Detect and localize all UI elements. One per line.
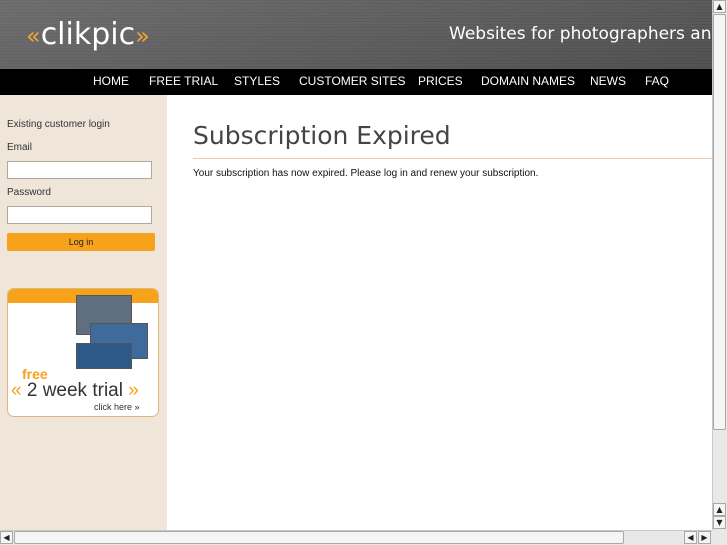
promo-click-here[interactable]: click here » — [94, 402, 140, 412]
nav-prices[interactable]: PRICES — [418, 74, 463, 88]
scroll-left-icon[interactable]: ◀ — [684, 531, 697, 544]
promo-open-quote: « — [11, 380, 22, 401]
page-title: Subscription Expired — [193, 121, 451, 150]
promo-trial-text: « 2 week trial » — [11, 380, 139, 402]
scroll-up-icon[interactable]: ▲ — [713, 503, 726, 516]
email-label: Email — [7, 142, 33, 153]
login-heading: Existing customer login — [7, 119, 110, 130]
promo-trial-label: 2 week trial — [21, 380, 129, 401]
password-field[interactable] — [7, 206, 152, 224]
main-nav: HOME FREE TRIAL STYLES CUSTOMER SITES PR… — [0, 69, 712, 95]
nav-home[interactable]: HOME — [93, 74, 129, 88]
login-button[interactable]: Log in — [7, 233, 155, 251]
vertical-scroll-thumb[interactable] — [713, 14, 726, 430]
horizontal-scroll-thumb[interactable] — [14, 531, 624, 544]
scroll-left-icon[interactable]: ◀ — [0, 531, 13, 544]
logo-text: clikpic — [40, 17, 136, 52]
password-label: Password — [7, 187, 51, 198]
email-field[interactable] — [7, 161, 152, 179]
scroll-right-icon[interactable]: ▶ — [698, 531, 711, 544]
nav-styles[interactable]: STYLES — [234, 74, 280, 88]
promo-close-quote: » — [128, 380, 139, 401]
logo-close-quote: » — [135, 22, 150, 50]
clikpic-logo[interactable]: «clikpic» — [26, 17, 150, 54]
screenshot-thumbnail — [76, 343, 132, 369]
free-trial-promo[interactable]: free « 2 week trial » click here » — [7, 288, 159, 417]
logo-open-quote: « — [26, 22, 41, 50]
sidebar: Existing customer login Email Password L… — [0, 95, 167, 530]
page: «clikpic» Websites for photographers and… — [0, 0, 712, 530]
nav-customer-sites[interactable]: CUSTOMER SITES — [299, 74, 405, 88]
scrollbar-corner — [712, 530, 727, 545]
nav-news[interactable]: NEWS — [590, 74, 626, 88]
expired-message: Your subscription has now expired. Pleas… — [193, 168, 539, 179]
scroll-down-icon[interactable]: ▼ — [713, 516, 726, 529]
site-tagline: Websites for photographers and — [449, 24, 712, 44]
scroll-up-icon[interactable]: ▲ — [713, 0, 726, 13]
title-divider — [193, 158, 712, 159]
site-header: «clikpic» Websites for photographers and — [0, 0, 712, 69]
nav-faq[interactable]: FAQ — [645, 74, 669, 88]
nav-free-trial[interactable]: FREE TRIAL — [149, 74, 218, 88]
nav-domain-names[interactable]: DOMAIN NAMES — [481, 74, 575, 88]
